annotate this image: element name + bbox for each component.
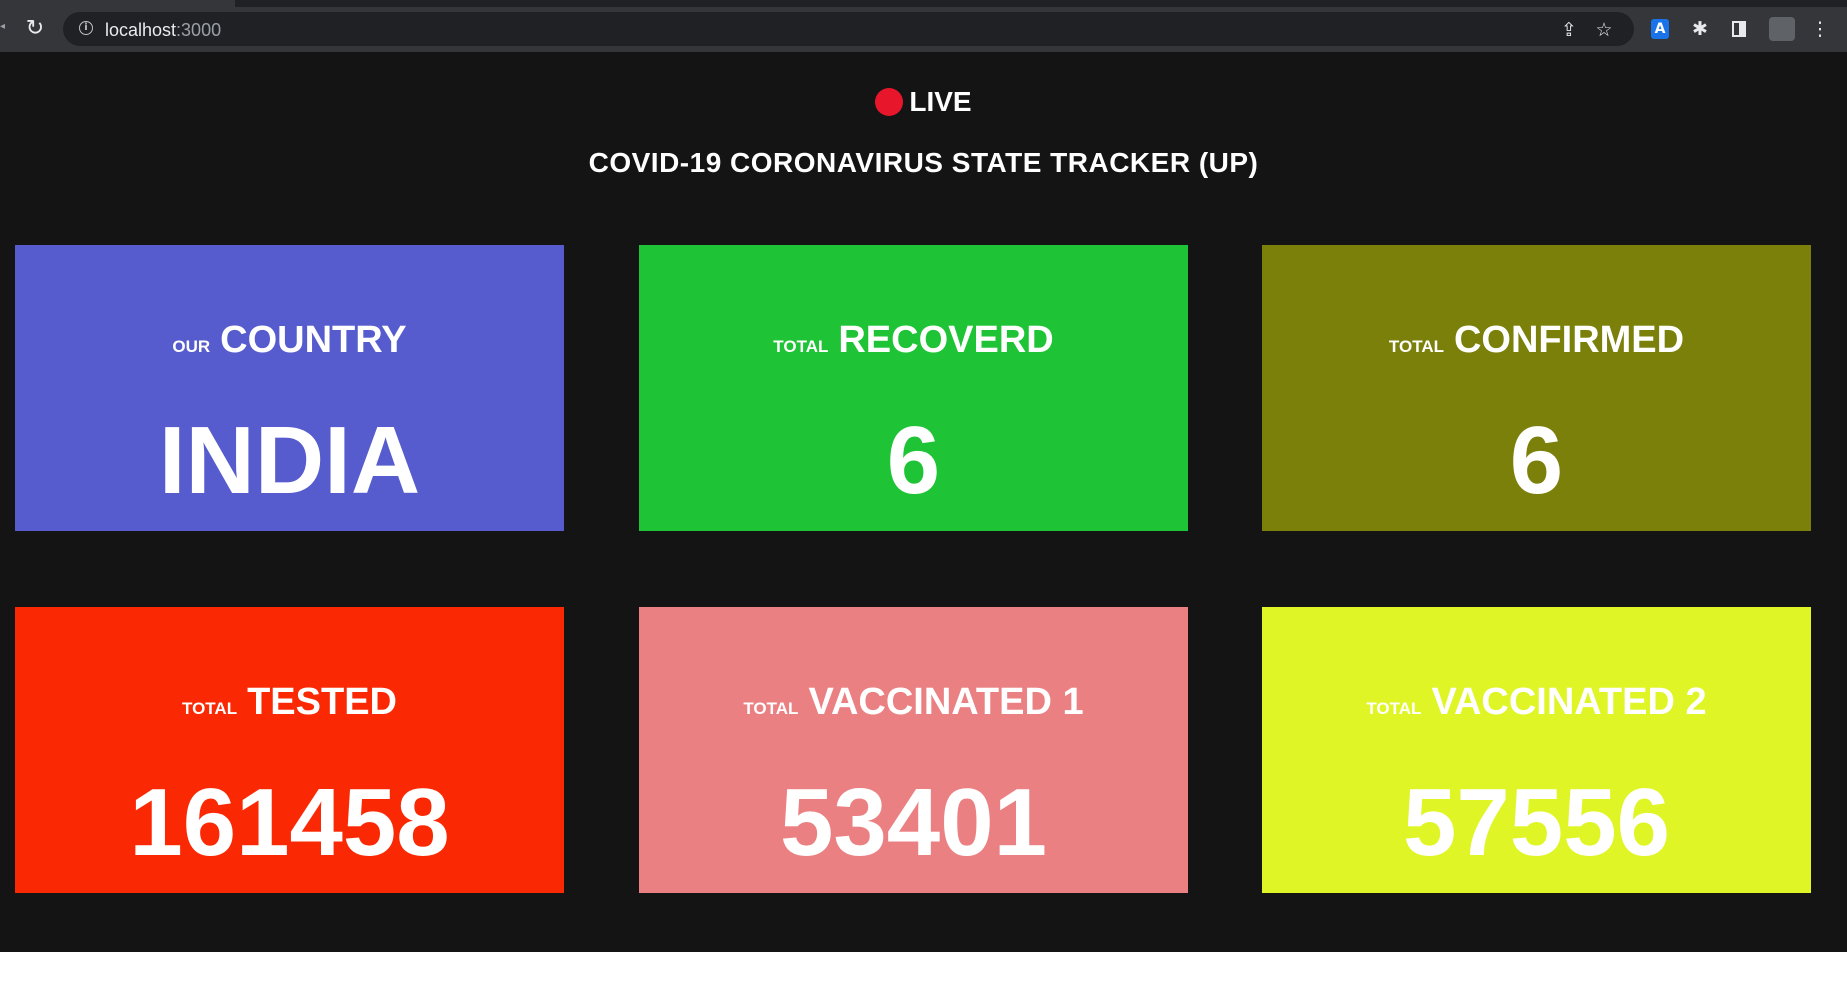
- kebab-menu-icon[interactable]: ⋮: [1808, 17, 1832, 41]
- card-confirmed: TOTAL CONFIRMED 6: [1262, 245, 1811, 531]
- card-label: TOTAL CONFIRMED: [1262, 319, 1811, 362]
- card-label-small: TOTAL: [1388, 337, 1444, 356]
- card-label-big: TESTED: [247, 681, 397, 723]
- info-icon[interactable]: i: [79, 21, 93, 35]
- card-country: OUR COUNTRY INDIA: [15, 245, 564, 531]
- card-label: TOTAL TESTED: [15, 681, 564, 724]
- extension-a-icon[interactable]: A: [1651, 19, 1669, 39]
- card-tested: TOTAL TESTED 161458: [15, 607, 564, 893]
- reload-icon[interactable]: ↻: [22, 15, 48, 41]
- card-label-big: RECOVERD: [838, 319, 1054, 361]
- card-vaccinated-2: TOTAL VACCINATED 2 57556: [1262, 607, 1811, 893]
- card-label: TOTAL VACCINATED 2: [1262, 681, 1811, 724]
- live-label: LIVE: [909, 86, 972, 117]
- live-dot-icon: [875, 88, 904, 116]
- back-button-edge[interactable]: ◂: [0, 21, 5, 33]
- card-label-small: TOTAL: [182, 699, 238, 718]
- page-content: LIVE COVID-19 CORONAVIRUS STATE TRACKER …: [0, 52, 1847, 952]
- card-value: INDIA: [158, 407, 421, 514]
- puzzle-icon[interactable]: ✱: [1688, 17, 1712, 41]
- card-label-small: TOTAL: [743, 699, 799, 718]
- card-recovered: TOTAL RECOVERD 6: [639, 245, 1188, 531]
- card-label-big: CONFIRMED: [1453, 319, 1685, 361]
- card-value: 161458: [129, 769, 450, 876]
- url-port: :3000: [176, 20, 222, 40]
- share-icon[interactable]: ⇪: [1558, 19, 1580, 41]
- address-bar[interactable]: i localhost:3000 ⇪ ☆: [63, 12, 1634, 46]
- url-host: localhost: [105, 20, 177, 40]
- page-title: COVID-19 CORONAVIRUS STATE TRACKER (UP): [588, 147, 1259, 178]
- star-icon[interactable]: ☆: [1593, 19, 1615, 41]
- card-label: TOTAL VACCINATED 1: [639, 681, 1188, 724]
- card-vaccinated-1: TOTAL VACCINATED 1 53401: [639, 607, 1188, 893]
- card-value: 6: [886, 407, 941, 514]
- page-bottom-area: [0, 952, 1847, 993]
- card-label-big: COUNTRY: [220, 319, 407, 361]
- card-label-small: TOTAL: [1366, 699, 1422, 718]
- live-indicator: LIVE: [0, 82, 1847, 122]
- card-value: 57556: [1403, 769, 1670, 876]
- card-label-big: VACCINATED 2: [1431, 681, 1707, 723]
- card-label-small: OUR: [172, 337, 211, 356]
- browser-toolbar: ◂ ↻ i localhost:3000 ⇪ ☆ A ✱ ⋮: [0, 0, 1847, 52]
- profile-avatar[interactable]: [1769, 17, 1795, 41]
- side-panel-icon[interactable]: [1732, 21, 1746, 37]
- card-label: TOTAL RECOVERD: [639, 319, 1188, 362]
- card-label: OUR COUNTRY: [15, 319, 564, 362]
- card-value: 6: [1509, 407, 1564, 514]
- tab-strip: [235, 0, 1847, 7]
- card-value: 53401: [780, 769, 1047, 876]
- url-text[interactable]: localhost:3000: [105, 20, 221, 41]
- card-label-big: VACCINATED 1: [808, 681, 1084, 723]
- card-label-small: TOTAL: [773, 337, 829, 356]
